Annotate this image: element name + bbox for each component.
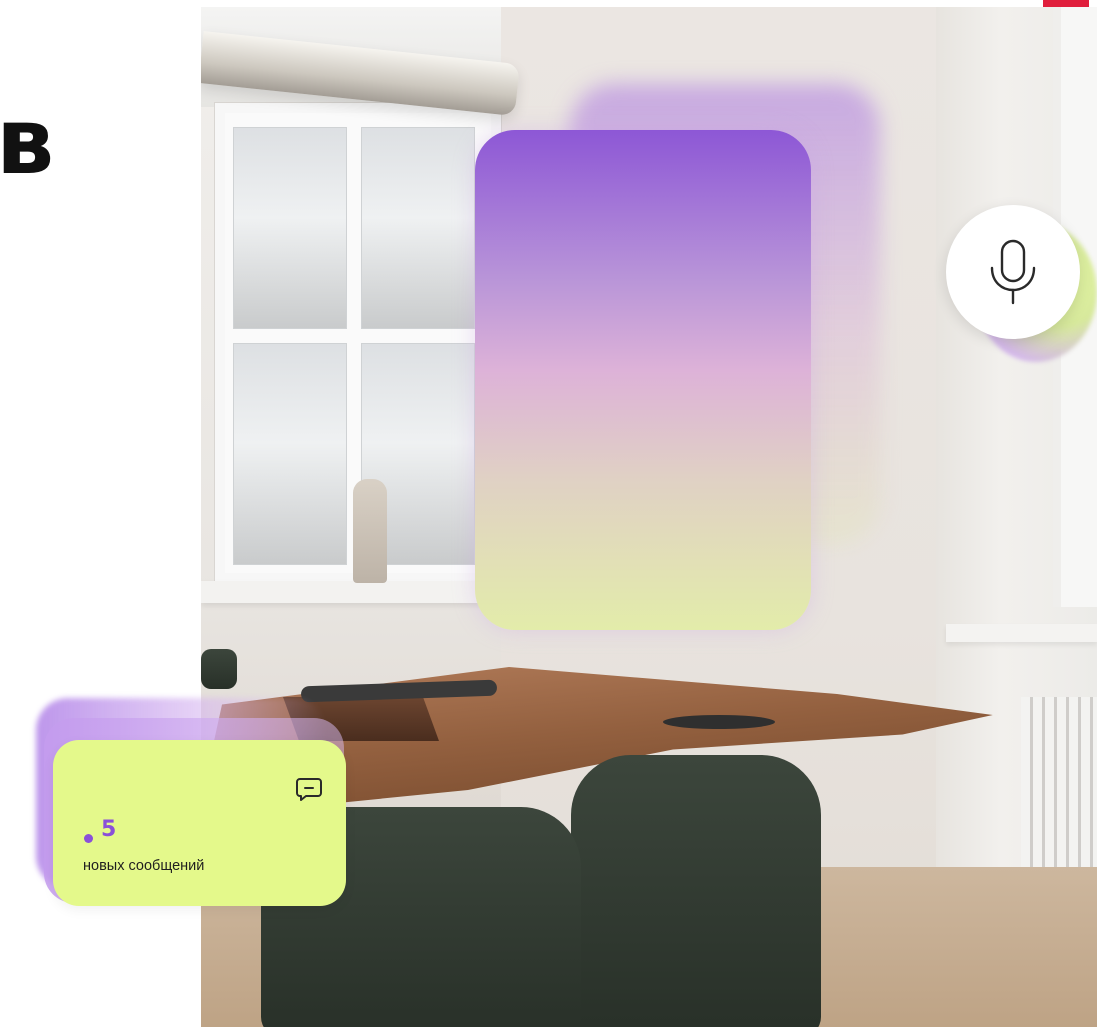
window-sill-right <box>946 624 1097 642</box>
sculpture <box>353 479 387 583</box>
microphone-icon <box>990 239 1036 305</box>
message-count-label: новых сообщений <box>83 858 205 874</box>
window-sill-left <box>201 581 506 603</box>
window-pane <box>233 343 347 565</box>
message-count: 5 <box>101 817 117 842</box>
gradient-card <box>475 130 811 630</box>
chair <box>201 649 237 689</box>
hero-heading-fragment: в <box>0 88 54 195</box>
hero-section: в 5 новых сообщений <box>0 0 1097 1027</box>
chat-bubble-icon[interactable] <box>294 774 324 804</box>
voice-input-button[interactable] <box>946 205 1080 339</box>
new-messages-card[interactable]: 5 новых сообщений <box>53 740 346 906</box>
chair <box>571 755 821 1027</box>
unread-dot <box>84 834 93 843</box>
window-pane <box>361 127 475 329</box>
table-puck <box>663 715 775 729</box>
window-pane <box>233 127 347 329</box>
